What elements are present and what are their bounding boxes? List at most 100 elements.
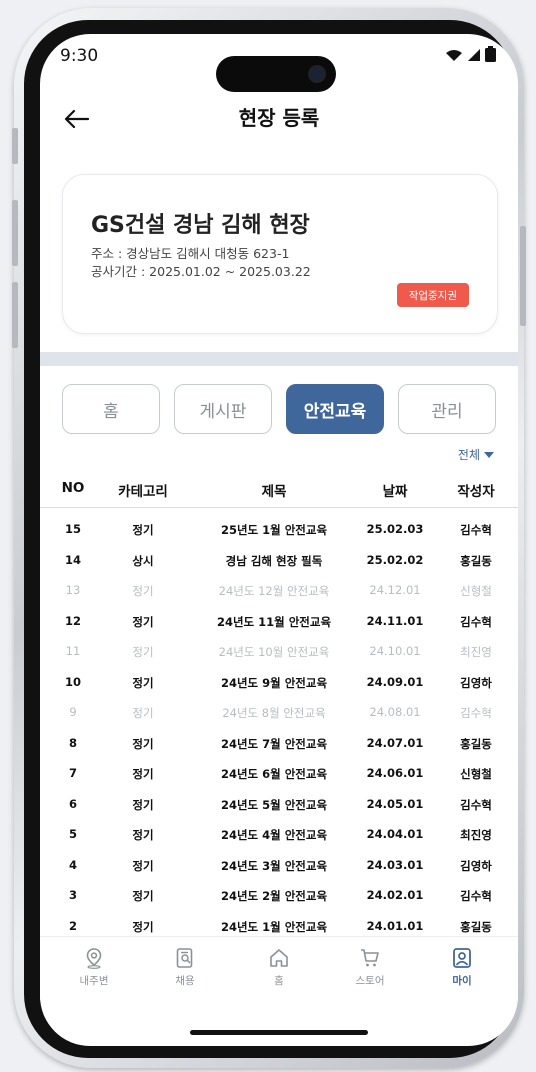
volume-down-button: [12, 282, 18, 348]
signal-icon: [468, 49, 480, 61]
tab-home[interactable]: 홈: [62, 384, 160, 434]
table-row[interactable]: 15 정기 25년도 1월 안전교육 25.02.03 김수혁: [40, 514, 518, 545]
cell-category: 정기: [132, 614, 154, 629]
table-row[interactable]: 13 정기 24년도 12월 안전교육 24.12.01 신형철: [40, 575, 518, 606]
table-row[interactable]: 9 정기 24년도 8월 안전교육 24.08.01 김수혁: [40, 697, 518, 728]
header-no: NO: [61, 480, 85, 496]
cell-category: 정기: [132, 645, 154, 659]
cell-author: 홍길동: [460, 553, 492, 568]
filter-dropdown[interactable]: 전체: [458, 446, 494, 463]
power-button: [520, 226, 526, 326]
table-row[interactable]: 7 정기 24년도 6월 안전교육 24.06.01 신형철: [40, 758, 518, 789]
cell-title: 24년도 6월 안전교육: [220, 767, 328, 781]
nav-home[interactable]: 홈: [244, 947, 314, 988]
cell-no: 5: [68, 827, 77, 841]
table-row[interactable]: 5 정기 24년도 4월 안전교육 24.04.01 최진영: [40, 819, 518, 850]
table-row[interactable]: 14 상시 경남 김해 현장 필독 25.02.02 홍길동: [40, 545, 518, 576]
action-button: [12, 128, 18, 164]
cell-date: 24.01.01: [366, 918, 424, 933]
cell-title: 24년도 3월 안전교육: [220, 858, 328, 873]
wifi-icon: [446, 50, 462, 61]
camera-icon: [308, 65, 326, 83]
table-row[interactable]: 6 정기 24년도 5월 안전교육 24.05.01 김수혁: [40, 789, 518, 820]
header-date: 날짜: [382, 484, 408, 500]
nav-label: 홈: [274, 975, 284, 987]
nav-label: 마이: [452, 975, 472, 987]
cell-no: 11: [65, 644, 81, 658]
cell-author: 김수혁: [460, 706, 492, 720]
cell-title: 25년도 1월 안전교육: [220, 523, 328, 537]
nav-my[interactable]: 마이: [427, 947, 497, 988]
work-stop-button[interactable]: 작업중지권: [396, 283, 469, 307]
site-address: 주소 : 경상남도 김해시 대청동 623-1: [91, 246, 290, 261]
cell-no: 7: [68, 766, 77, 780]
cell-title: 24년도 11월 안전교육: [216, 614, 332, 629]
table-row[interactable]: 12 정기 24년도 11월 안전교육 24.11.01 김수혁: [40, 606, 518, 637]
cell-category: 정기: [132, 584, 154, 598]
cell-category: 정기: [132, 706, 154, 720]
cell-title: 24년도 10월 안전교육: [218, 645, 330, 659]
tab-bar: 홈 게시판 안전교육 관리: [62, 384, 498, 436]
table-body: 15 정기 25년도 1월 안전교육 25.02.03 김수혁 14 상시 경남…: [40, 514, 518, 941]
table-row[interactable]: 3 정기 24년도 2월 안전교육 24.02.01 김수혁: [40, 880, 518, 911]
cell-category: 정기: [132, 919, 154, 934]
table-row[interactable]: 11 정기 24년도 10월 안전교육 24.10.01 최진영: [40, 636, 518, 667]
cell-category: 정기: [132, 858, 154, 873]
caret-down-icon: [484, 451, 494, 458]
nav-recruit[interactable]: 채용: [150, 947, 220, 988]
table-row[interactable]: 8 정기 24년도 7월 안전교육 24.07.01 홍길동: [40, 728, 518, 759]
nav-store[interactable]: 스토어: [335, 947, 405, 988]
nav-label: 내주변: [79, 975, 109, 987]
cell-date: 24.12.01: [369, 583, 421, 597]
cell-date: 24.04.01: [366, 827, 424, 841]
cell-category: 정기: [132, 736, 154, 751]
cell-author: 김수혁: [460, 614, 492, 629]
cell-no: 12: [64, 613, 81, 628]
cell-author: 홍길동: [460, 919, 492, 934]
cell-author: 최진영: [460, 645, 492, 659]
cell-no: 13: [65, 583, 81, 597]
cell-author: 신형철: [460, 584, 492, 598]
cell-date: 24.09.01: [366, 674, 424, 689]
cell-category: 정기: [132, 675, 154, 690]
cell-date: 24.06.01: [366, 766, 424, 780]
cell-category: 정기: [132, 828, 154, 842]
header-category: 카테고리: [118, 484, 168, 500]
tab-board[interactable]: 게시판: [174, 384, 272, 434]
cell-title: 경남 김해 현장 필독: [225, 553, 323, 568]
cell-no: 2: [68, 918, 77, 933]
header-author: 작성자: [457, 484, 495, 500]
cell-category: 정기: [132, 797, 154, 812]
cell-category: 정기: [132, 523, 154, 537]
cell-no: 6: [68, 796, 77, 811]
cell-title: 24년도 2월 안전교육: [220, 889, 328, 903]
home-indicator[interactable]: [190, 1030, 368, 1035]
cell-author: 홍길동: [460, 736, 492, 751]
table-row[interactable]: 4 정기 24년도 3월 안전교육 24.03.01 김영하: [40, 850, 518, 881]
cell-no: 4: [68, 857, 77, 872]
battery-icon: [485, 46, 496, 62]
cell-title: 24년도 8월 안전교육: [222, 706, 326, 720]
nav-label: 스토어: [355, 975, 385, 987]
document-search-icon: [176, 948, 193, 968]
tab-management[interactable]: 관리: [398, 384, 496, 434]
cell-title: 24년도 9월 안전교육: [220, 675, 328, 690]
nav-label: 채용: [175, 975, 195, 987]
cell-category: 정기: [132, 767, 154, 781]
site-card: GS건설 경남 김해 현장 주소 : 경상남도 김해시 대청동 623-1 공사…: [62, 174, 498, 334]
cell-title: 24년도 1월 안전교육: [220, 919, 328, 934]
cell-author: 최진영: [460, 828, 492, 842]
location-pin-icon: [86, 948, 102, 969]
screen: 9:30 현장 등록 GS건설 경남 김해 현장 주소 : 경상남도 김해시 대…: [40, 34, 518, 1046]
header-title: 제목: [261, 484, 287, 500]
bottom-nav: 내주변 채용 홈 스토어 마이: [40, 936, 518, 1000]
cell-no: 14: [64, 552, 81, 567]
cell-date: 25.02.03: [366, 522, 424, 536]
tab-safety-education[interactable]: 안전교육: [286, 384, 384, 434]
cell-date: 24.11.01: [366, 613, 424, 628]
cell-title: 24년도 5월 안전교육: [220, 797, 328, 812]
table-row[interactable]: 10 정기 24년도 9월 안전교육 24.09.01 김영하: [40, 667, 518, 698]
site-name: GS건설 경남 김해 현장: [91, 213, 310, 238]
cell-no: 8: [68, 735, 77, 750]
nav-nearby[interactable]: 내주변: [59, 947, 129, 988]
